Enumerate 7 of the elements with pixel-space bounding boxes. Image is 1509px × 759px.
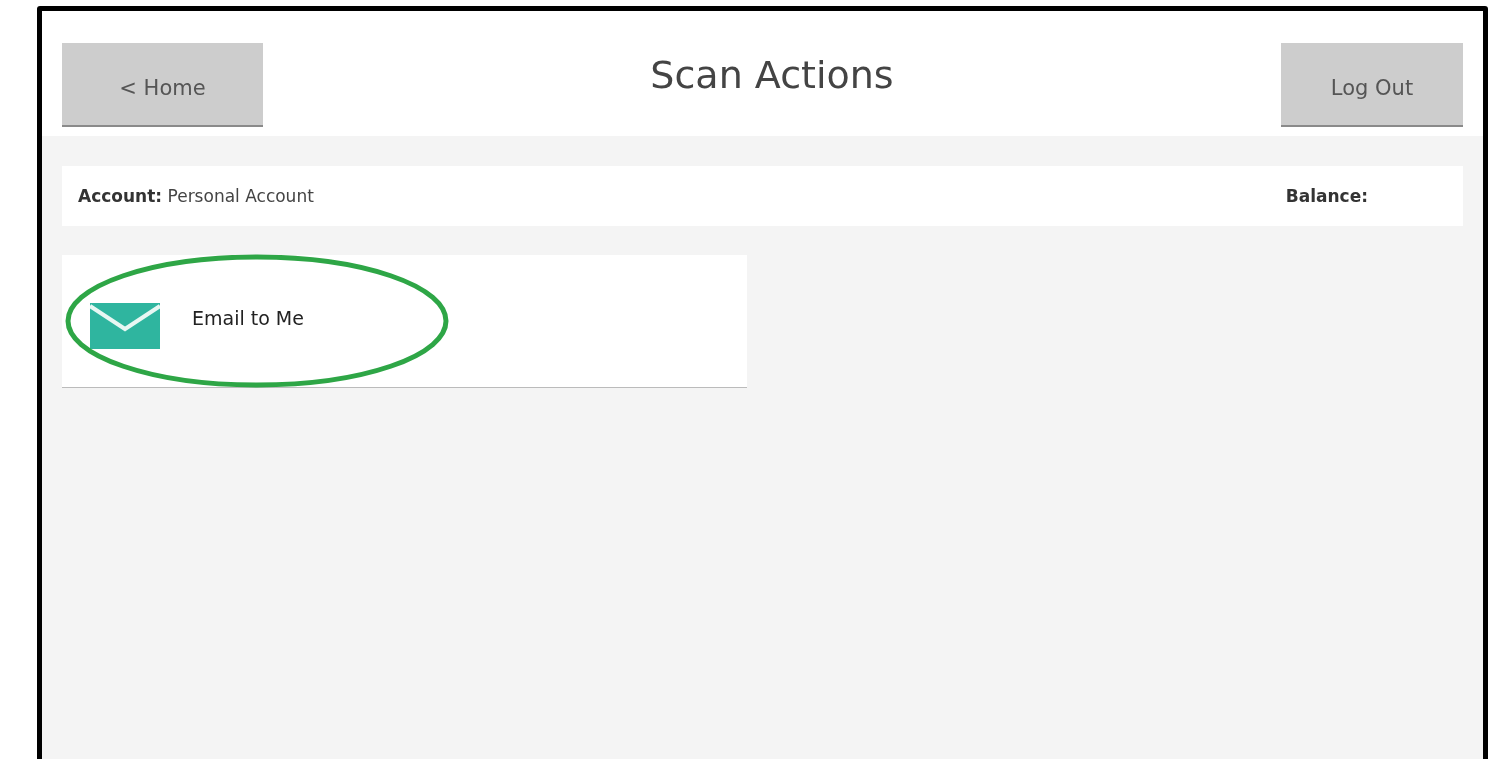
action-card[interactable]: Email to Me (62, 255, 747, 388)
envelope-icon (90, 303, 160, 349)
logout-button[interactable]: Log Out (1281, 43, 1463, 127)
home-button[interactable]: < Home (62, 43, 263, 127)
balance-label: Balance: (1285, 186, 1368, 206)
account-text: Account: Personal Account (78, 186, 314, 206)
page-title: Scan Actions (650, 53, 894, 97)
